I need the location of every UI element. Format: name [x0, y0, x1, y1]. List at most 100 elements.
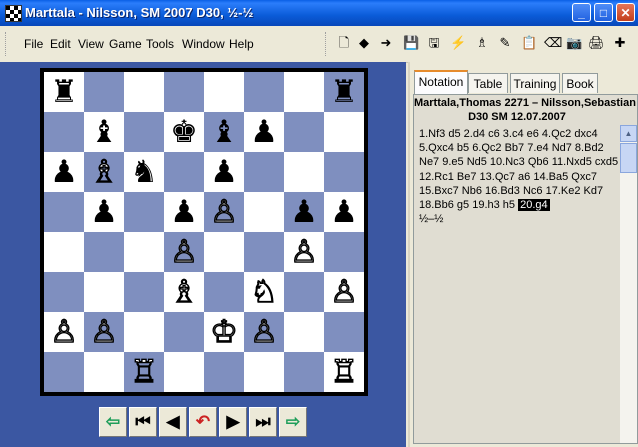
white-pawn-d4[interactable]: ♙ [164, 232, 204, 272]
square-d2[interactable] [164, 312, 204, 352]
menu-window[interactable]: Window [182, 37, 225, 51]
square-e1[interactable] [204, 352, 244, 392]
save-icon[interactable]: 💾 [403, 35, 419, 51]
square-h3[interactable]: ♙ [324, 272, 364, 312]
black-pawn-e6[interactable]: ♟ [204, 152, 244, 192]
square-h6[interactable] [324, 152, 364, 192]
square-c8[interactable] [124, 72, 164, 112]
eraser-icon[interactable]: ⌫ [544, 35, 562, 51]
maximize-button[interactable]: □ [594, 3, 613, 22]
square-e2[interactable]: ♔ [204, 312, 244, 352]
square-f5[interactable] [244, 192, 284, 232]
square-g1[interactable] [284, 352, 324, 392]
square-c5[interactable] [124, 192, 164, 232]
square-f2[interactable]: ♙ [244, 312, 284, 352]
black-knight-c6[interactable]: ♞ [124, 152, 164, 192]
square-a7[interactable] [44, 112, 84, 152]
first-move-button[interactable]: ⏮ [129, 407, 157, 437]
square-f4[interactable] [244, 232, 284, 272]
square-g6[interactable] [284, 152, 324, 192]
menu-game[interactable]: Game [109, 37, 142, 51]
forward-arrow-icon[interactable]: ➜ [378, 35, 394, 51]
square-f3[interactable]: ♘ [244, 272, 284, 312]
square-g7[interactable] [284, 112, 324, 152]
white-pawn-h3[interactable]: ♙ [324, 272, 364, 312]
square-c3[interactable] [124, 272, 164, 312]
square-e4[interactable] [204, 232, 244, 272]
square-a2[interactable]: ♙ [44, 312, 84, 352]
square-g2[interactable] [284, 312, 324, 352]
black-pawn-f7[interactable]: ♟ [244, 112, 284, 152]
square-d3[interactable]: ♗ [164, 272, 204, 312]
white-pawn-a2[interactable]: ♙ [44, 312, 84, 352]
square-a4[interactable] [44, 232, 84, 272]
black-king-d7[interactable]: ♚ [164, 112, 204, 152]
square-h5[interactable]: ♟ [324, 192, 364, 232]
prev-move-button[interactable]: ◀ [159, 407, 187, 437]
flip-board-icon[interactable]: ✚ [612, 35, 628, 51]
save-as-icon[interactable]: 🖫 [426, 35, 442, 51]
chessboard[interactable]: ♜ ♜ ♝ ♚ ♝ ♟ ♟ ♗ ♞ ♟ ♟ ♟ ♙ ♟ ♟ ♙ ♙ ♗ ♘ ♙ ♙ ♙ ♔ ♙ ♖ ♖ [44, 72, 364, 392]
square-c1[interactable]: ♖ [124, 352, 164, 392]
analysis-icon[interactable]: ♗ [474, 35, 490, 51]
white-pawn-e5[interactable]: ♙ [204, 192, 244, 232]
take-back-button[interactable]: ↶ [189, 407, 217, 437]
tab-table[interactable]: Table [468, 73, 508, 93]
square-b1[interactable] [84, 352, 124, 392]
square-b5[interactable]: ♟ [84, 192, 124, 232]
square-d6[interactable] [164, 152, 204, 192]
square-e5[interactable]: ♙ [204, 192, 244, 232]
menu-help[interactable]: Help [229, 37, 254, 51]
white-rook-h1[interactable]: ♖ [324, 352, 364, 392]
tab-book[interactable]: Book [562, 73, 598, 93]
square-g8[interactable] [284, 72, 324, 112]
print-icon[interactable]: 🖨 [588, 35, 605, 51]
minimize-button[interactable]: _ [572, 3, 591, 22]
black-pawn-h5[interactable]: ♟ [324, 192, 364, 232]
white-rook-c1[interactable]: ♖ [124, 352, 164, 392]
white-pawn-f2[interactable]: ♙ [244, 312, 284, 352]
engine-icon[interactable]: ⚡ [450, 35, 466, 51]
square-b8[interactable] [84, 72, 124, 112]
square-f1[interactable] [244, 352, 284, 392]
square-h2[interactable] [324, 312, 364, 352]
menu-tools[interactable]: Tools [146, 37, 174, 51]
black-pawn-d5[interactable]: ♟ [164, 192, 204, 232]
white-bishop-d3[interactable]: ♗ [164, 272, 204, 312]
last-move-button[interactable]: ⏭ [249, 407, 277, 437]
square-a1[interactable] [44, 352, 84, 392]
square-e6[interactable]: ♟ [204, 152, 244, 192]
black-pawn-b5[interactable]: ♟ [84, 192, 124, 232]
new-doc-icon[interactable]: 🗋 [336, 35, 352, 51]
square-e3[interactable] [204, 272, 244, 312]
copy-icon[interactable]: 📋 [521, 35, 537, 51]
square-b3[interactable] [84, 272, 124, 312]
menu-view[interactable]: View [78, 37, 104, 51]
square-f6[interactable] [244, 152, 284, 192]
square-g5[interactable]: ♟ [284, 192, 324, 232]
annotation-icon[interactable]: ✎ [497, 35, 513, 51]
square-a5[interactable] [44, 192, 84, 232]
white-pawn-g4[interactable]: ♙ [284, 232, 324, 272]
square-a8[interactable]: ♜ [44, 72, 84, 112]
square-c2[interactable] [124, 312, 164, 352]
square-h8[interactable]: ♜ [324, 72, 364, 112]
square-f8[interactable] [244, 72, 284, 112]
square-b7[interactable]: ♝ [84, 112, 124, 152]
square-f7[interactable]: ♟ [244, 112, 284, 152]
square-a3[interactable] [44, 272, 84, 312]
square-d8[interactable] [164, 72, 204, 112]
close-button[interactable]: ✕ [616, 3, 635, 22]
prev-variation-button[interactable]: ⇦ [99, 407, 127, 437]
menu-file[interactable]: File [24, 37, 43, 51]
tab-notation[interactable]: Notation [414, 70, 468, 94]
white-pawn-b2[interactable]: ♙ [84, 312, 124, 352]
square-g3[interactable] [284, 272, 324, 312]
current-move[interactable]: 20.g4 [518, 199, 550, 212]
square-h1[interactable]: ♖ [324, 352, 364, 392]
square-d7[interactable]: ♚ [164, 112, 204, 152]
square-c7[interactable] [124, 112, 164, 152]
back-arrow-icon[interactable]: ◆ [356, 35, 372, 51]
white-knight-f3[interactable]: ♘ [244, 272, 284, 312]
black-rook-a8[interactable]: ♜ [44, 72, 84, 112]
